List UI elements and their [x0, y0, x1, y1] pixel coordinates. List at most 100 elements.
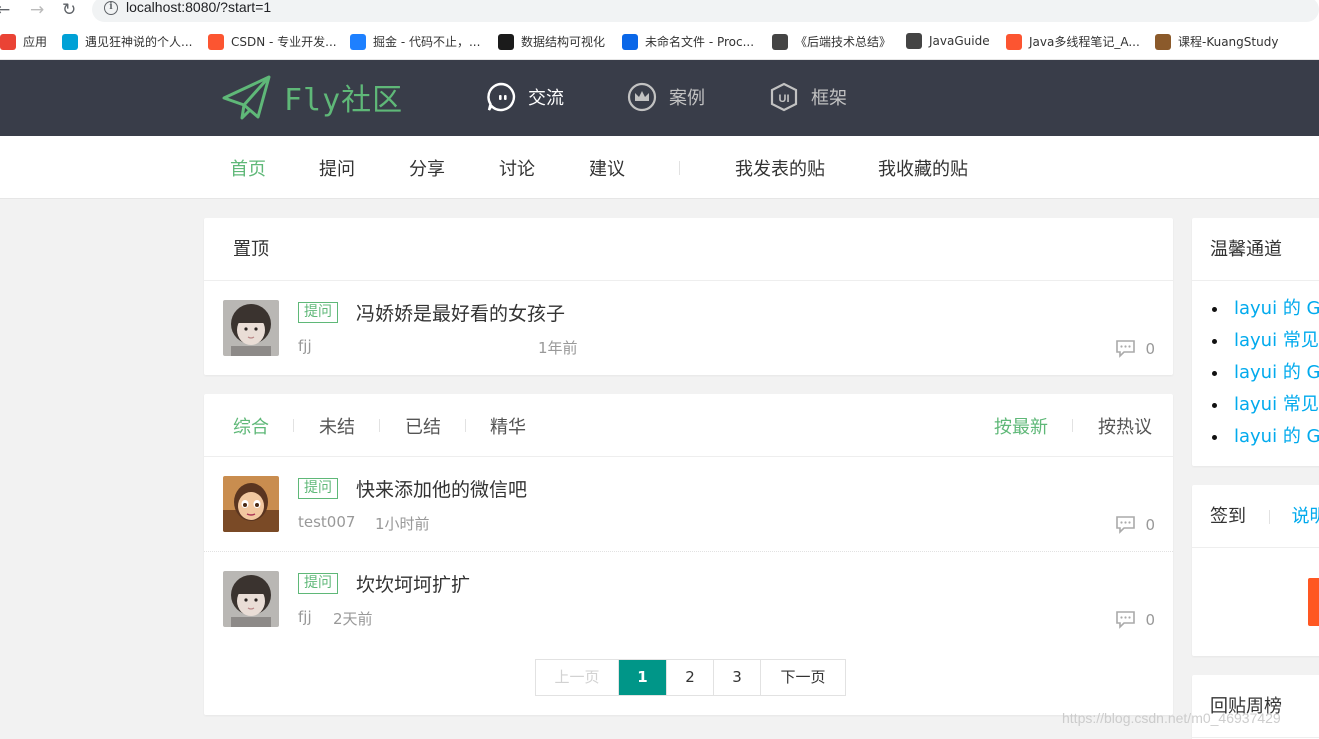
csdn-icon	[1006, 33, 1022, 50]
post-title[interactable]: 快来添加他的微信吧	[356, 475, 527, 502]
post-list-panel: 综合 未结 已结 精华 按最新 按热议 提问 快来添加他的微信吧 test007…	[204, 394, 1173, 715]
category-nav: 首页 提问 分享 讨论 建议 我发表的贴 我收藏的贴	[0, 136, 1319, 199]
filter-unsolved[interactable]: 未结	[319, 413, 355, 439]
back-arrow-icon[interactable]: ←	[0, 0, 10, 20]
post-badge: 提问	[298, 302, 338, 323]
link-item[interactable]: layui 的 GitHub	[1209, 293, 1319, 325]
bookmark-item[interactable]: 掘金 - 代码不止，...	[350, 33, 480, 50]
processon-icon	[622, 33, 638, 50]
link-item[interactable]: layui 的 GitHub	[1209, 421, 1319, 453]
usf-icon	[498, 33, 514, 50]
bookmark-label: 未命名文件 - Proc...	[645, 35, 755, 49]
watermark: https://blog.csdn.net/m0_46937429	[1062, 710, 1281, 726]
link-item[interactable]: layui 常见问题	[1209, 389, 1319, 421]
sign-in-help-link[interactable]: 说明	[1291, 506, 1319, 527]
bookmark-label: JavaGuide	[929, 34, 990, 48]
weekly-reply-title: 回贴周榜	[1192, 675, 1319, 738]
post-badge: 提问	[298, 478, 338, 499]
bookmark-item[interactable]: 数据结构可视化	[498, 33, 605, 50]
girl-avatar-icon	[223, 571, 279, 627]
post-author[interactable]: fjj	[298, 608, 312, 626]
nav-cases-label: 案例	[669, 88, 705, 109]
post-time: 1年前	[538, 339, 578, 357]
category-share[interactable]: 分享	[409, 155, 445, 181]
filter-divider	[379, 419, 380, 432]
pinned-post[interactable]: 提问 冯娇娇是最好看的女孩子 fjj 1年前 0	[204, 281, 1173, 376]
address-bar[interactable]: i localhost:8080/?start=1	[92, 0, 1319, 22]
bookmark-item[interactable]: 遇见狂神说的个人...	[62, 33, 192, 50]
sign-in-panel: 签到 说明	[1192, 485, 1319, 656]
bookmarks-bar: 应用 遇见狂神说的个人... CSDN - 专业开发... 掘金 - 代码不止，...…	[0, 30, 1319, 54]
next-page-button[interactable]: 下一页	[761, 660, 845, 695]
comment-count: 0	[1115, 610, 1155, 629]
link-item[interactable]: layui 的 GitHub	[1209, 357, 1319, 389]
nav-framework[interactable]: UI 框架	[769, 82, 847, 112]
bookmark-item[interactable]: Java多线程笔记_A...	[1006, 33, 1140, 50]
bookmark-item[interactable]: 课程-KuangStudy	[1155, 33, 1278, 50]
apps-grid-icon	[0, 33, 16, 50]
bookmark-label: 掘金 - 代码不止，...	[373, 35, 481, 49]
bookmark-label: CSDN - 专业开发...	[231, 35, 337, 49]
post-time: 1小时前	[375, 515, 430, 533]
sort-hottest[interactable]: 按热议	[1098, 413, 1152, 439]
sign-in-header: 签到 说明	[1192, 485, 1319, 548]
globe-icon	[772, 33, 788, 50]
svg-text:UI: UI	[779, 93, 790, 105]
bookmark-item[interactable]: JavaGuide	[906, 33, 990, 49]
category-home[interactable]: 首页	[230, 155, 266, 181]
comment-count-value: 0	[1145, 610, 1155, 629]
sign-in-divider	[1268, 510, 1270, 524]
filter-featured[interactable]: 精华	[490, 413, 526, 439]
links-panel: 温馨通道 layui 的 GitHub layui 常见问题 layui 的 G…	[1192, 218, 1319, 466]
list-item[interactable]: 提问 快来添加他的微信吧 test007 1小时前 0	[204, 457, 1173, 552]
comment-count-value: 0	[1145, 515, 1155, 534]
sign-in-button[interactable]	[1308, 578, 1319, 626]
nav-exchange[interactable]: 交流	[486, 82, 564, 112]
filter-bar: 综合 未结 已结 精华 按最新 按热议	[204, 394, 1173, 457]
filter-all[interactable]: 综合	[233, 413, 269, 439]
address-url[interactable]: localhost:8080/?start=1	[126, 0, 271, 15]
comment-count: 0	[1115, 339, 1155, 358]
page-1-button[interactable]: 1	[619, 660, 667, 695]
link-item[interactable]: layui 常见问题	[1209, 325, 1319, 357]
category-suggest[interactable]: 建议	[589, 155, 625, 181]
filter-divider	[293, 419, 294, 432]
forward-arrow-icon[interactable]: →	[30, 0, 44, 20]
category-discuss[interactable]: 讨论	[499, 155, 535, 181]
sign-in-title: 签到	[1210, 506, 1246, 527]
prev-page-button[interactable]: 上一页	[536, 660, 619, 695]
page-3-button[interactable]: 3	[714, 660, 761, 695]
bookmark-label: 数据结构可视化	[521, 35, 606, 49]
comment-icon	[1116, 611, 1136, 629]
avatar[interactable]	[223, 300, 279, 356]
pagination: 上一页 1 2 3 下一页	[535, 659, 846, 696]
sort-newest[interactable]: 按最新	[994, 413, 1048, 439]
avatar[interactable]	[223, 571, 279, 627]
category-ask[interactable]: 提问	[319, 155, 355, 181]
post-author[interactable]: fjj	[298, 337, 312, 355]
bookmark-item[interactable]: CSDN - 专业开发...	[208, 33, 337, 50]
post-title[interactable]: 冯娇娇是最好看的女孩子	[356, 299, 565, 326]
kuang-avatar-icon	[1155, 33, 1171, 50]
my-favorites-link[interactable]: 我收藏的贴	[878, 155, 968, 181]
site-logo[interactable]: Fly社区	[222, 74, 403, 120]
bookmark-label: 课程-KuangStudy	[1178, 35, 1279, 49]
avatar[interactable]	[223, 476, 279, 532]
post-author[interactable]: test007	[298, 513, 355, 531]
bookmark-item[interactable]: 应用	[0, 33, 47, 50]
reload-icon[interactable]: ↻	[62, 0, 76, 20]
my-posts-link[interactable]: 我发表的贴	[735, 155, 825, 181]
filter-solved[interactable]: 已结	[405, 413, 441, 439]
address-bar-row: ← → ↻ i localhost:8080/?start=1	[0, 0, 1319, 22]
crown-icon	[627, 82, 657, 112]
list-item[interactable]: 提问 坎坎坷坷扩扩 fjj 2天前 0	[204, 552, 1173, 647]
bookmark-item[interactable]: 《后端技术总结》	[772, 33, 891, 50]
nav-cases[interactable]: 案例	[627, 82, 705, 112]
links-list: layui 的 GitHub layui 常见问题 layui 的 GitHub…	[1192, 281, 1319, 453]
page-2-button[interactable]: 2	[667, 660, 714, 695]
site-info-icon[interactable]: i	[104, 1, 118, 15]
post-title[interactable]: 坎坎坷坷扩扩	[356, 570, 470, 597]
bookmark-item[interactable]: 未命名文件 - Proc...	[622, 33, 754, 50]
links-title: 温馨通道	[1192, 218, 1319, 281]
sort-divider	[1072, 419, 1073, 432]
